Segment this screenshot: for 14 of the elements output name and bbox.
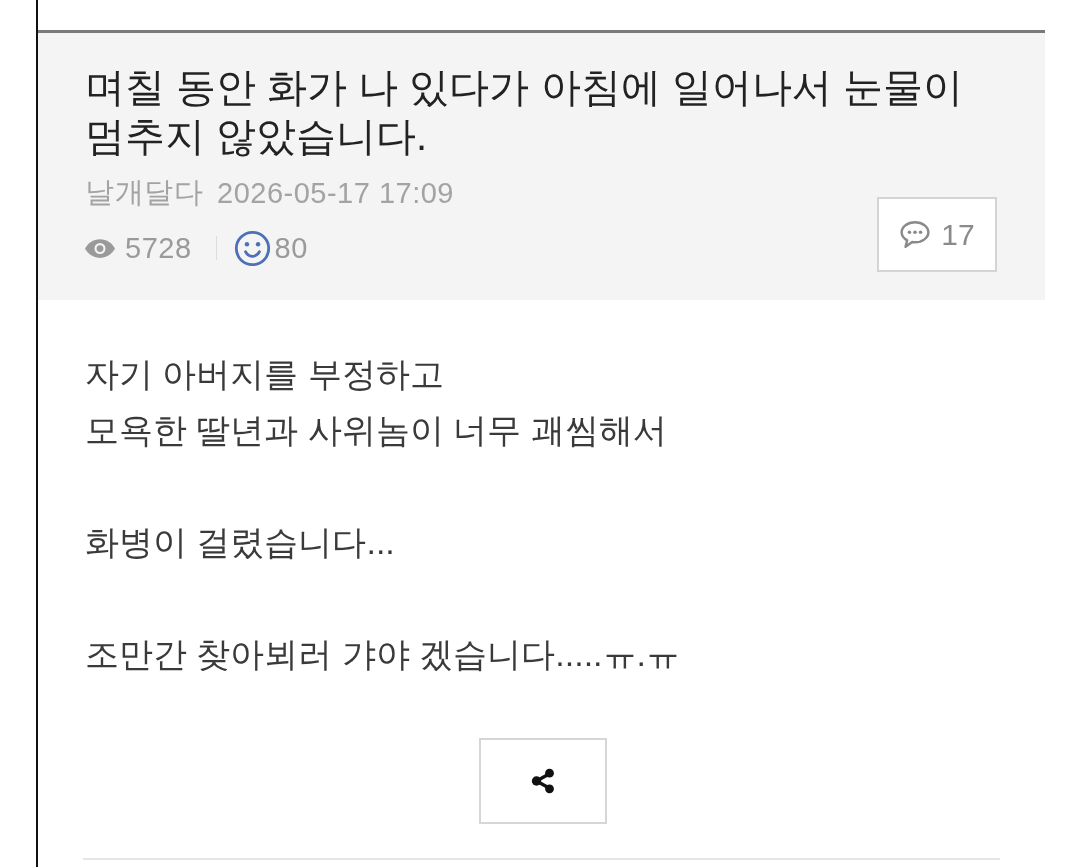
body-paragraph: 조만간 찾아뵈러 갸야 겠습니다.....ㅠ.ㅠ [85,634,682,675]
share-icon [529,768,556,794]
author-name: 날개달다 [85,175,203,210]
reaction-count: 80 [274,231,308,265]
post-title: 며칠 동안 화가 나 있다가 아침에 일어나서 눈물이 멈추지 않았습니다. [85,64,964,160]
view-count: 5728 [125,231,192,265]
share-button[interactable] [478,738,607,824]
comment-count-button[interactable]: 17 [877,197,997,272]
body-paragraph: 화병이 걸렸습니다... [85,522,396,563]
speech-bubble-icon [899,220,932,249]
post-date: 2026-05-17 17:09 [217,176,454,210]
smiley-icon [233,229,271,267]
body-paragraph: 자기 아버지를 부정하고 모욕한 딸년과 사위놈이 너무 괘씸해서 [85,354,668,451]
eye-icon [85,238,115,258]
